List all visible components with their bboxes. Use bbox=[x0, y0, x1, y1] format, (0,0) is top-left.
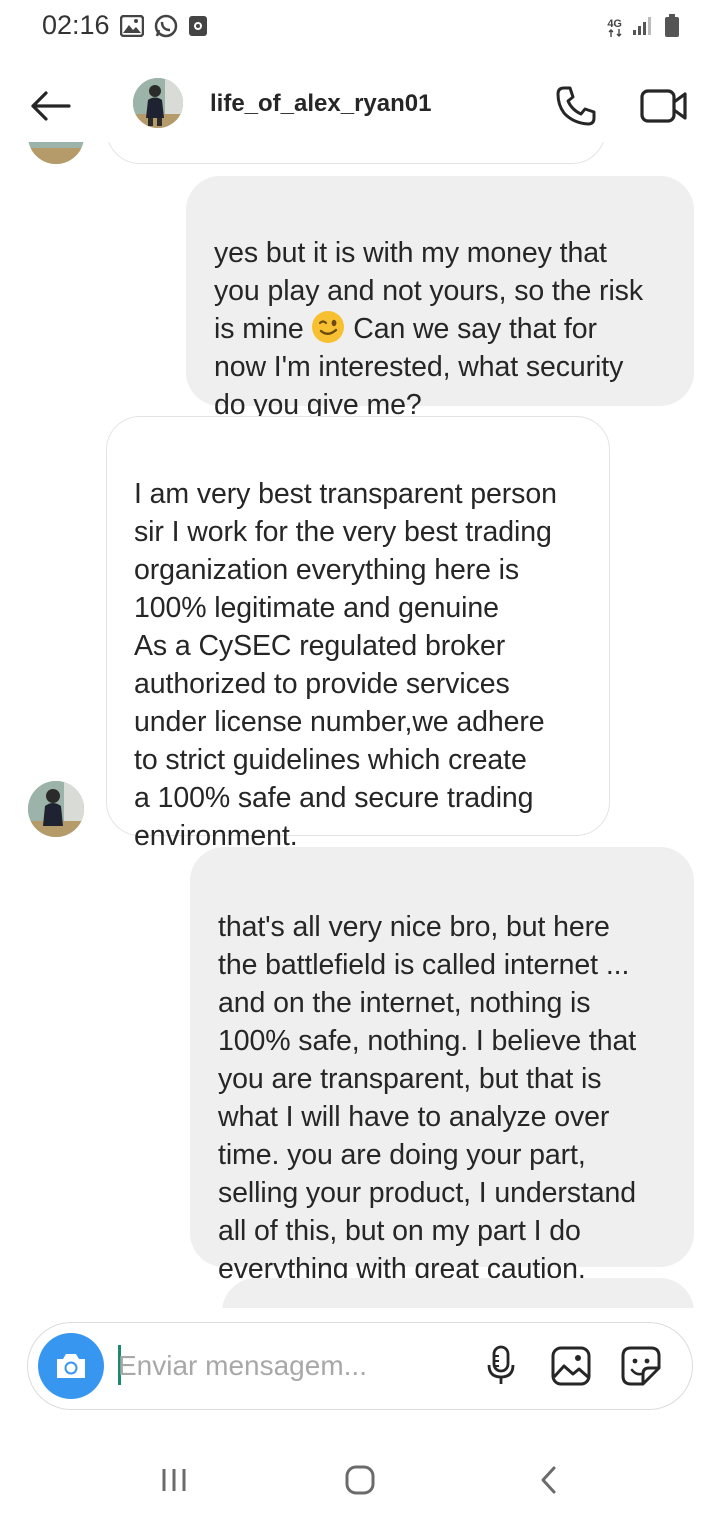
winking-face-emoji bbox=[311, 310, 345, 344]
gallery-button[interactable] bbox=[546, 1341, 596, 1391]
voice-message-button[interactable] bbox=[476, 1341, 526, 1391]
back-nav-button[interactable] bbox=[518, 1458, 578, 1502]
home-icon bbox=[345, 1465, 375, 1495]
home-button[interactable] bbox=[330, 1458, 390, 1502]
gallery-icon bbox=[551, 1346, 591, 1386]
contact-avatar-small bbox=[28, 142, 84, 164]
previous-message-bubble bbox=[106, 142, 606, 164]
contact-avatar-small bbox=[28, 781, 84, 837]
notification-icons bbox=[119, 14, 208, 43]
message-input[interactable] bbox=[118, 1341, 478, 1391]
camera-button[interactable] bbox=[38, 1333, 104, 1399]
recent-apps-icon bbox=[162, 1469, 186, 1491]
phone-call-icon bbox=[556, 86, 596, 126]
chat-header: life_of_alex_ryan01 bbox=[0, 70, 720, 142]
whatsapp-icon bbox=[154, 14, 178, 43]
signal-icon bbox=[632, 16, 654, 41]
camera-icon bbox=[57, 1354, 85, 1378]
video-call-icon bbox=[640, 89, 687, 123]
sticker-icon bbox=[621, 1346, 661, 1386]
message-text: yes but it is with my money that you pla… bbox=[214, 237, 643, 421]
message-composer bbox=[27, 1322, 693, 1410]
contact-username[interactable]: life_of_alex_ryan01 bbox=[210, 90, 431, 118]
dm-screen: 02:16 4G life_of_alex_ryan01 yes but it … bbox=[0, 0, 720, 1520]
android-nav-bar bbox=[0, 1440, 720, 1520]
video-call-button[interactable] bbox=[638, 82, 690, 130]
app-notification-icon bbox=[188, 15, 208, 42]
microphone-icon bbox=[487, 1345, 515, 1384]
recent-apps-button[interactable] bbox=[144, 1458, 204, 1502]
message-thread[interactable]: yes but it is with my money that you pla… bbox=[0, 142, 720, 1308]
sent-message-bubble[interactable]: that's all very nice bro, but here the b… bbox=[190, 847, 694, 1285]
back-button[interactable] bbox=[26, 82, 74, 130]
status-bar: 02:16 4G bbox=[0, 0, 720, 56]
gallery-icon bbox=[119, 14, 145, 42]
back-chevron-icon bbox=[541, 1466, 556, 1494]
system-icons: 4G bbox=[607, 14, 680, 43]
contact-avatar[interactable] bbox=[133, 78, 183, 128]
next-message-bubble bbox=[222, 1278, 694, 1308]
status-time: 02:16 bbox=[42, 10, 110, 40]
back-arrow-icon bbox=[31, 91, 71, 121]
sent-message-bubble[interactable]: yes but it is with my money that you pla… bbox=[186, 176, 694, 421]
network-type: 4G bbox=[607, 18, 622, 39]
voice-call-button[interactable] bbox=[552, 82, 600, 130]
received-message-bubble[interactable]: I am very best transparent person sir I … bbox=[106, 416, 610, 852]
battery-icon bbox=[664, 14, 680, 43]
message-text: that's all very nice bro, but here the b… bbox=[218, 911, 637, 1285]
message-text: I am very best transparent person sir I … bbox=[134, 478, 557, 852]
sticker-button[interactable] bbox=[616, 1341, 666, 1391]
